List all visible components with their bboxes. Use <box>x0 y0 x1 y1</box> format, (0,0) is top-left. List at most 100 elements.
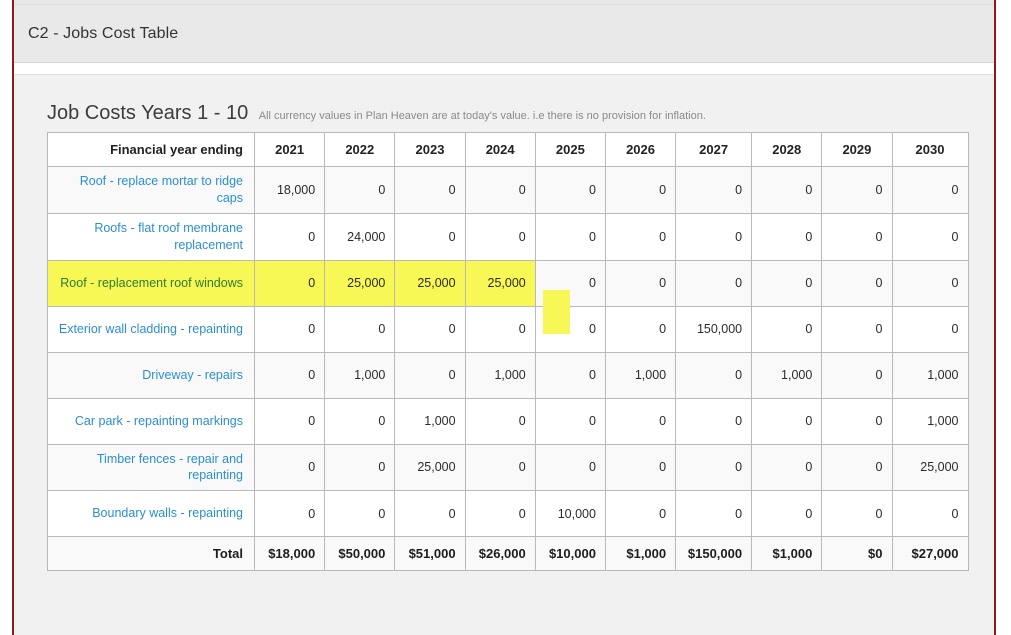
cost-cell[interactable]: 0 <box>255 398 325 444</box>
cost-cell[interactable]: 0 <box>822 306 892 352</box>
cost-cell[interactable]: 0 <box>892 167 968 214</box>
cost-cell[interactable]: 0 <box>752 491 822 537</box>
cost-cell[interactable]: 0 <box>752 306 822 352</box>
cost-cell[interactable]: 0 <box>535 260 605 306</box>
cost-cell[interactable]: 1,000 <box>892 352 968 398</box>
cost-cell[interactable]: 0 <box>395 306 465 352</box>
column-header-year[interactable]: 2025 <box>535 133 605 167</box>
cost-cell[interactable]: 0 <box>676 260 752 306</box>
table-row[interactable]: Car park - repainting markings001,000000… <box>48 398 969 444</box>
row-label[interactable]: Roof - replace mortar to ridge caps <box>48 167 255 214</box>
cost-cell[interactable]: 0 <box>676 491 752 537</box>
cost-cell[interactable]: 25,000 <box>395 260 465 306</box>
cost-cell[interactable]: 0 <box>395 352 465 398</box>
cost-cell[interactable]: 0 <box>822 491 892 537</box>
cost-cell[interactable]: 0 <box>822 167 892 214</box>
cost-cell[interactable]: 0 <box>605 306 675 352</box>
cost-cell[interactable]: 0 <box>605 491 675 537</box>
column-header-year[interactable]: 2023 <box>395 133 465 167</box>
row-label[interactable]: Timber fences - repair and repainting <box>48 444 255 491</box>
column-header-year[interactable]: 2021 <box>255 133 325 167</box>
cost-cell[interactable]: 25,000 <box>892 444 968 491</box>
cost-cell[interactable]: 10,000 <box>535 491 605 537</box>
cost-cell[interactable]: 0 <box>676 444 752 491</box>
cost-cell[interactable]: 1,000 <box>395 398 465 444</box>
cost-cell[interactable]: 0 <box>395 167 465 214</box>
cost-cell[interactable]: 0 <box>465 398 535 444</box>
cost-cell[interactable]: 0 <box>752 260 822 306</box>
cost-cell[interactable]: 18,000 <box>255 167 325 214</box>
cost-cell[interactable]: 1,000 <box>605 352 675 398</box>
cost-cell[interactable]: 0 <box>605 167 675 214</box>
cost-cell[interactable]: 24,000 <box>325 213 395 260</box>
column-header-year[interactable]: 2022 <box>325 133 395 167</box>
cost-cell[interactable]: 0 <box>255 352 325 398</box>
table-row[interactable]: Driveway - repairs01,00001,00001,00001,0… <box>48 352 969 398</box>
row-label[interactable]: Boundary walls - repainting <box>48 491 255 537</box>
cost-cell[interactable]: 0 <box>255 260 325 306</box>
cost-cell[interactable]: 0 <box>752 444 822 491</box>
cost-cell[interactable]: 25,000 <box>325 260 395 306</box>
cost-cell[interactable]: 0 <box>535 398 605 444</box>
row-label[interactable]: Driveway - repairs <box>48 352 255 398</box>
table-row[interactable]: Timber fences - repair and repainting002… <box>48 444 969 491</box>
row-label[interactable]: Roofs - flat roof membrane replacement <box>48 213 255 260</box>
column-header-year[interactable]: 2030 <box>892 133 968 167</box>
cost-cell[interactable]: 1,000 <box>892 398 968 444</box>
cost-cell[interactable]: 0 <box>465 444 535 491</box>
cost-cell[interactable]: 0 <box>325 491 395 537</box>
row-label[interactable]: Roof - replacement roof windows <box>48 260 255 306</box>
cost-cell[interactable]: 0 <box>535 352 605 398</box>
column-header-year[interactable]: 2024 <box>465 133 535 167</box>
cost-cell[interactable]: 0 <box>605 260 675 306</box>
cost-cell[interactable]: 1,000 <box>465 352 535 398</box>
table-row[interactable]: Exterior wall cladding - repainting00000… <box>48 306 969 352</box>
cost-cell[interactable]: 0 <box>752 398 822 444</box>
cost-cell[interactable]: 0 <box>395 491 465 537</box>
cost-cell[interactable]: 0 <box>676 398 752 444</box>
column-header-year[interactable]: 2028 <box>752 133 822 167</box>
cost-cell[interactable]: 0 <box>325 306 395 352</box>
cost-cell[interactable]: 0 <box>255 491 325 537</box>
cost-cell[interactable]: 0 <box>676 213 752 260</box>
cost-cell[interactable]: 150,000 <box>676 306 752 352</box>
cost-cell[interactable]: 0 <box>465 167 535 214</box>
cost-cell[interactable]: 1,000 <box>752 352 822 398</box>
cost-cell[interactable]: 0 <box>822 260 892 306</box>
cost-cell[interactable]: 0 <box>752 167 822 214</box>
cost-cell[interactable]: 0 <box>676 167 752 214</box>
cost-cell[interactable]: 0 <box>395 213 465 260</box>
cost-cell[interactable]: 0 <box>752 213 822 260</box>
cost-cell[interactable]: 0 <box>822 352 892 398</box>
cost-cell[interactable]: 0 <box>255 444 325 491</box>
cost-cell[interactable]: 0 <box>325 167 395 214</box>
cost-cell[interactable]: 0 <box>892 491 968 537</box>
cost-cell[interactable]: 0 <box>676 352 752 398</box>
row-label[interactable]: Exterior wall cladding - repainting <box>48 306 255 352</box>
cost-cell[interactable]: 0 <box>822 398 892 444</box>
cost-cell[interactable]: 0 <box>465 491 535 537</box>
table-row[interactable]: Boundary walls - repainting000010,000000… <box>48 491 969 537</box>
cost-cell[interactable]: 0 <box>465 306 535 352</box>
cost-cell[interactable]: 0 <box>255 213 325 260</box>
cost-cell[interactable]: 0 <box>822 444 892 491</box>
cost-cell[interactable]: 0 <box>535 306 605 352</box>
cost-cell[interactable]: 1,000 <box>325 352 395 398</box>
table-row[interactable]: Roofs - flat roof membrane replacement02… <box>48 213 969 260</box>
column-header-year[interactable]: 2029 <box>822 133 892 167</box>
cost-cell[interactable]: 0 <box>892 213 968 260</box>
cost-cell[interactable]: 0 <box>325 398 395 444</box>
cost-cell[interactable]: 0 <box>605 213 675 260</box>
cost-cell[interactable]: 0 <box>605 398 675 444</box>
cost-cell[interactable]: 25,000 <box>465 260 535 306</box>
table-row[interactable]: Roof - replacement roof windows025,00025… <box>48 260 969 306</box>
column-header-year[interactable]: 2026 <box>605 133 675 167</box>
cost-cell[interactable]: 0 <box>605 444 675 491</box>
cost-cell[interactable]: 0 <box>535 444 605 491</box>
cost-cell[interactable]: 0 <box>822 213 892 260</box>
cost-cell[interactable]: 0 <box>535 167 605 214</box>
cost-cell[interactable]: 0 <box>535 213 605 260</box>
cost-cell[interactable]: 0 <box>892 306 968 352</box>
column-header-year[interactable]: 2027 <box>676 133 752 167</box>
table-row[interactable]: Roof - replace mortar to ridge caps18,00… <box>48 167 969 214</box>
